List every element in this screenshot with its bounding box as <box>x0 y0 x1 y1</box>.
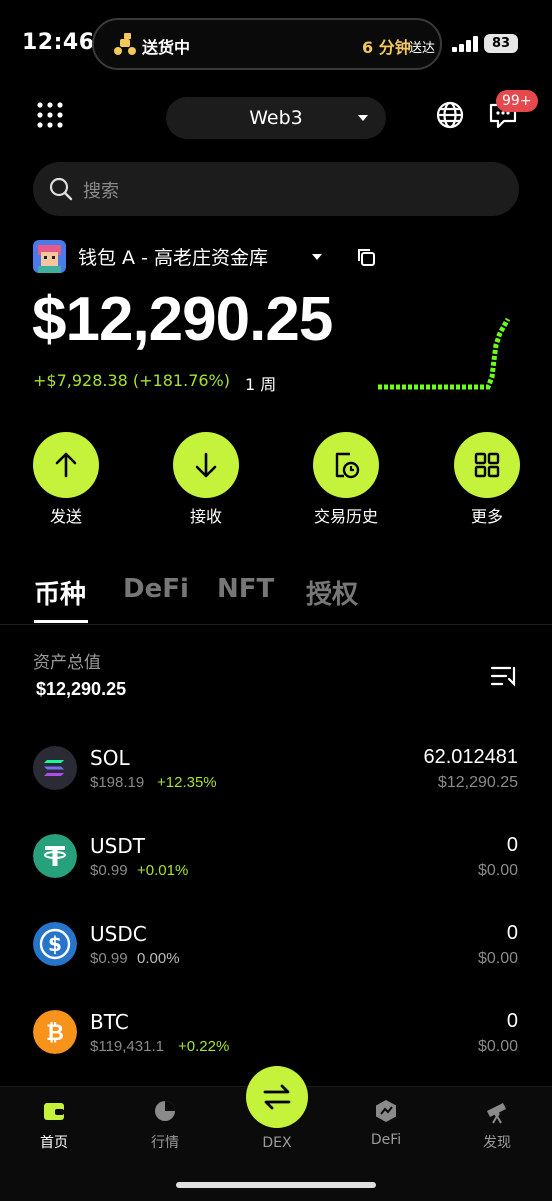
token-price: $119,431.1 <box>90 1038 164 1055</box>
more-button[interactable] <box>454 432 520 498</box>
cellular-signal-icon <box>452 36 478 52</box>
tab-defi[interactable]: DeFi <box>123 574 189 604</box>
receive-label: 接收 <box>189 507 222 526</box>
total-assets-label: 资产总值 <box>33 653 101 673</box>
delivery-eta-suffix: 送达 <box>409 41 436 56</box>
nav-market-label: 行情 <box>151 1135 179 1151</box>
tab-nft[interactable]: NFT <box>217 574 274 604</box>
wallet-avatar[interactable] <box>33 240 66 273</box>
token-change: +0.22% <box>178 1038 230 1055</box>
history-icon <box>335 452 360 479</box>
dex-button[interactable] <box>246 1066 308 1128</box>
token-amount: 0 <box>506 834 518 856</box>
wallet-name[interactable]: 钱包 A - 高老庄资金库 <box>78 243 268 270</box>
token-value: $0.00 <box>477 950 518 967</box>
bitcoin-icon: ₿ <box>33 1010 77 1054</box>
svg-text:$: $ <box>48 932 62 956</box>
nav-market[interactable]: 行情 <box>125 1098 205 1152</box>
history-label: 交易历史 <box>313 507 378 526</box>
token-value: $0.00 <box>477 862 518 879</box>
nav-defi-label: DeFi <box>370 1132 402 1148</box>
token-value: $0.00 <box>477 1038 518 1055</box>
nav-home-label: 首页 <box>40 1135 68 1151</box>
balance-change: +$7,928.38 (+181.76%) <box>33 371 230 390</box>
nav-discover-label: 发现 <box>483 1135 511 1151</box>
token-change: +12.35% <box>157 774 217 791</box>
token-price: $0.99 <box>90 950 128 967</box>
app-menu-grid-icon[interactable] <box>36 101 64 129</box>
search-placeholder: 搜索 <box>83 181 119 202</box>
arrow-down-icon <box>195 452 217 478</box>
token-change: +0.01% <box>137 862 189 879</box>
network-selector-label: Web3 <box>249 107 303 129</box>
send-button[interactable] <box>33 432 99 498</box>
defi-icon <box>376 1100 396 1122</box>
tab-approvals[interactable]: 授权 <box>306 574 358 611</box>
active-tab-indicator <box>34 620 88 623</box>
chevron-down-icon[interactable] <box>312 254 322 260</box>
token-amount: 0 <box>506 1010 518 1032</box>
nav-dex-label: DEX <box>262 1135 292 1151</box>
swap-icon <box>263 1084 291 1110</box>
chevron-down-icon <box>358 115 368 121</box>
send-label: 发送 <box>49 507 82 526</box>
globe-icon[interactable] <box>436 101 464 129</box>
nav-discover[interactable]: 发现 <box>457 1098 537 1152</box>
search-icon <box>49 177 73 201</box>
wallet-balance: $12,290.25 <box>32 285 333 354</box>
token-amount: 0 <box>506 922 518 944</box>
nav-home[interactable]: 首页 <box>14 1098 94 1152</box>
sort-icon[interactable] <box>490 664 518 688</box>
tether-icon <box>33 834 77 878</box>
svg-text:₿: ₿ <box>46 1021 64 1046</box>
tab-tokens[interactable]: 币种 <box>34 574 86 611</box>
notification-badge: 99+ <box>496 90 538 112</box>
token-row-usdt[interactable]: USDT $0.99 +0.01% 0 $0.00 <box>0 834 552 922</box>
token-value: $12,290.25 <box>437 774 518 791</box>
telescope-icon <box>487 1103 506 1124</box>
search-input[interactable]: 搜索 <box>33 162 519 216</box>
token-price: $198.19 <box>90 774 145 791</box>
token-symbol: USDC <box>90 922 147 946</box>
balance-sparkline <box>378 317 511 390</box>
token-amount: 62.012481 <box>423 746 518 768</box>
live-activity-delivery[interactable]: 送货中 6 分钟 送达 <box>92 18 442 70</box>
receive-button[interactable] <box>173 432 239 498</box>
balance-period[interactable]: 1 周 <box>245 371 276 395</box>
token-price: $0.99 <box>90 862 128 879</box>
nav-defi[interactable]: DeFi <box>346 1098 426 1148</box>
arrow-up-icon <box>55 452 77 478</box>
history-button[interactable] <box>313 432 379 498</box>
token-symbol: USDT <box>90 834 145 858</box>
market-icon <box>155 1101 175 1121</box>
token-change: 0.00% <box>137 950 180 967</box>
solana-icon <box>33 746 77 790</box>
status-time: 12:46 <box>22 30 95 55</box>
total-assets-value: $12,290.25 <box>36 679 127 699</box>
wallet-icon <box>44 1103 64 1120</box>
battery-icon: 83 <box>484 34 518 53</box>
token-symbol: SOL <box>90 746 130 770</box>
token-row-usdc[interactable]: $ USDC $0.99 0.00% 0 $0.00 <box>0 922 552 1010</box>
grid-icon <box>474 452 500 478</box>
delivery-scooter-icon <box>114 33 136 55</box>
more-label: 更多 <box>470 507 503 526</box>
token-symbol: BTC <box>90 1010 129 1034</box>
network-selector[interactable]: Web3 <box>166 97 386 139</box>
token-row-sol[interactable]: SOL $198.19 +12.35% 62.012481 $12,290.25 <box>0 746 552 834</box>
divider <box>0 624 552 625</box>
home-indicator[interactable] <box>176 1182 376 1188</box>
copy-icon[interactable] <box>356 247 376 267</box>
delivery-eta: 6 分钟 <box>362 38 411 57</box>
usdc-icon: $ <box>33 922 77 966</box>
delivery-status: 送货中 <box>142 38 191 57</box>
